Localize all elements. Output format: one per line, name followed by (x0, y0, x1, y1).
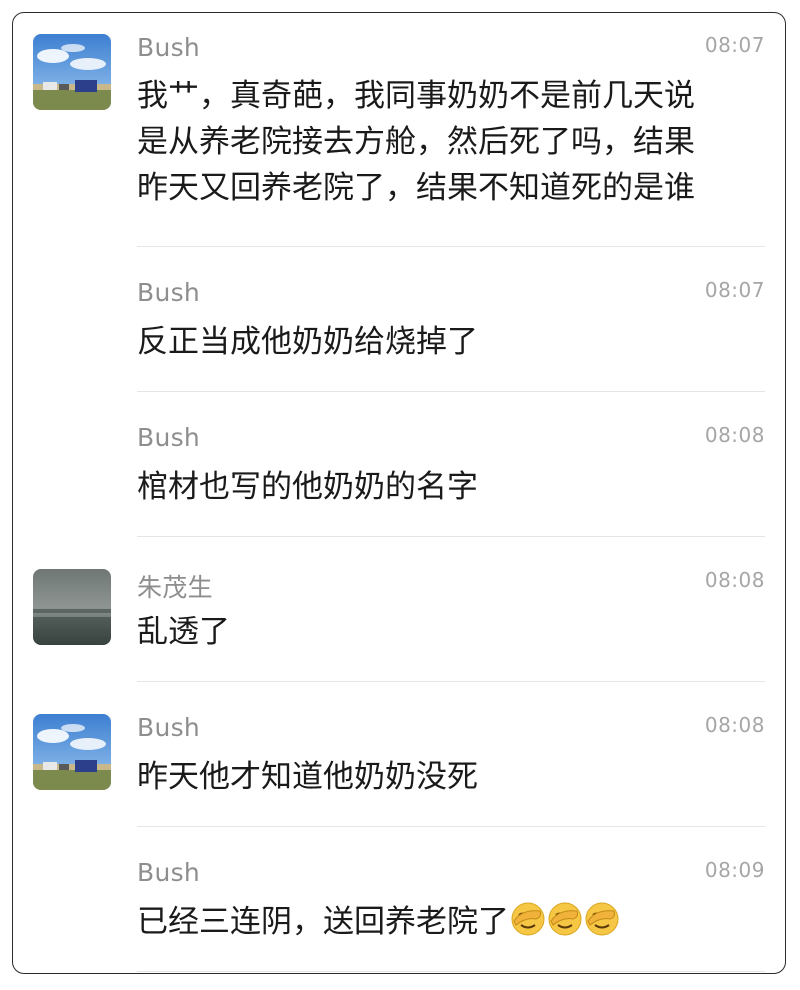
message-text: 昨天他才知道他奶奶没死 (137, 754, 767, 800)
message-text: 乱透了 (137, 609, 767, 655)
facepalm-emoji-icon (584, 901, 620, 937)
message-line: 昨天他才知道他奶奶没死 (137, 759, 478, 795)
message-line: 反正当成他奶奶给烧掉了 (137, 324, 478, 360)
message-line: 乱透了 (137, 614, 230, 650)
message-time: 08:08 (704, 568, 765, 592)
message-time: 08:08 (704, 713, 765, 737)
message-text: 棺材也写的他奶奶的名字 (137, 464, 767, 510)
facepalm-emoji-icon (510, 901, 546, 937)
message-line: 棺材也写的他奶奶的名字 (137, 469, 478, 505)
message-line: 昨天又回养老院了，结果不知道死的是谁 (137, 170, 695, 206)
sender-name: Bush (137, 423, 201, 452)
avatar[interactable] (33, 569, 111, 645)
divider (137, 971, 765, 972)
message-line-text: 已经三连阴，送回养老院了 (137, 904, 509, 940)
avatar[interactable] (33, 34, 111, 110)
divider (137, 391, 765, 392)
sender-name: Bush (137, 278, 201, 307)
sender-name: 朱茂生 (137, 573, 213, 602)
avatar[interactable] (33, 714, 111, 790)
message-line: 是从养老院接去方舱，然后死了吗，结果 (137, 124, 695, 160)
facepalm-emoji-icon (547, 901, 583, 937)
message-text: 已经三连阴，送回养老院了 (137, 899, 767, 945)
message-text: 我艹，真奇葩，我同事奶奶不是前几天说 是从养老院接去方舱，然后死了吗，结果 昨天… (137, 73, 767, 211)
divider (137, 536, 765, 537)
sender-name: Bush (137, 858, 201, 887)
chat-history-panel: Bush 08:07 我艹，真奇葩，我同事奶奶不是前几天说 是从养老院接去方舱，… (12, 12, 786, 974)
message-line: 我艹，真奇葩，我同事奶奶不是前几天说 (137, 78, 695, 114)
message-line: 已经三连阴，送回养老院了 (137, 899, 767, 945)
divider (137, 826, 765, 827)
message-time: 08:07 (704, 33, 765, 57)
divider (137, 246, 765, 247)
sender-name: Bush (137, 713, 201, 742)
divider (137, 681, 765, 682)
message-text: 反正当成他奶奶给烧掉了 (137, 319, 767, 365)
message-time: 08:07 (704, 278, 765, 302)
message-time: 08:08 (704, 423, 765, 447)
sender-name: Bush (137, 33, 201, 62)
message-time: 08:09 (704, 858, 765, 882)
